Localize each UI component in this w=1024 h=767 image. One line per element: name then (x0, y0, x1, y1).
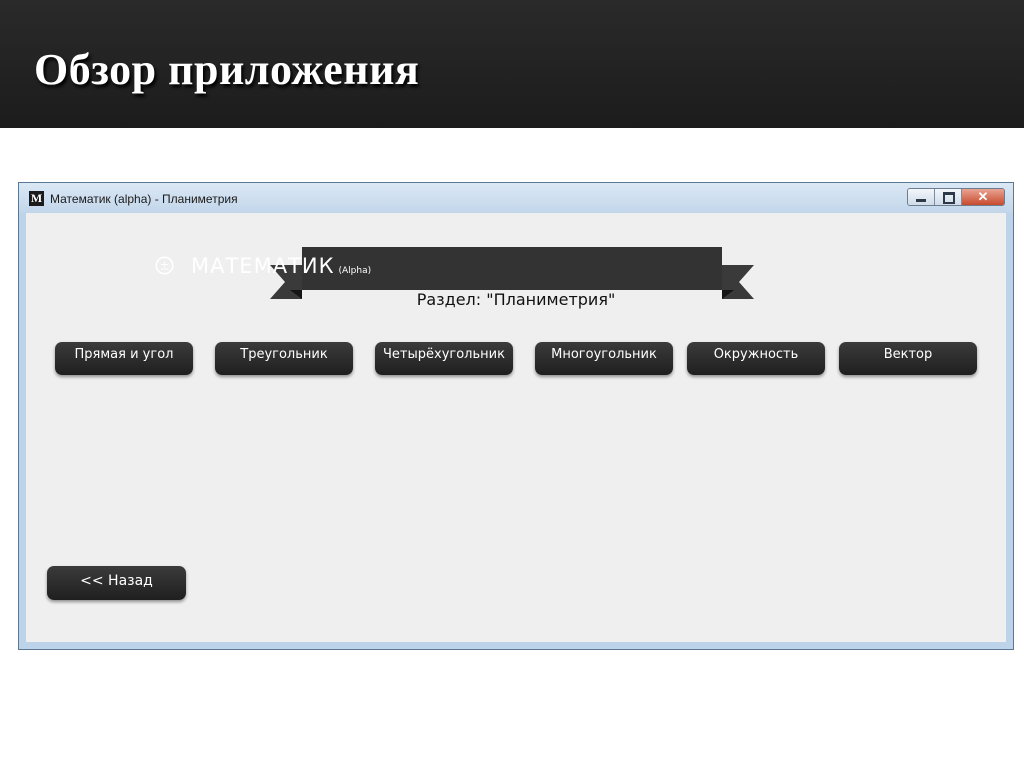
section-label: Раздел: "Планиметрия" (416, 290, 616, 309)
topic-button-polygon[interactable]: Многоугольник (535, 342, 673, 375)
window-titlebar[interactable]: M Математик (alpha) - Планиметрия ✕ (19, 183, 1013, 213)
slide-title: Обзор приложения (34, 45, 420, 94)
minimize-icon (916, 199, 926, 202)
maximize-button[interactable] (935, 189, 962, 205)
version-tag: (Alpha) (338, 266, 372, 276)
maximize-icon (943, 192, 955, 204)
back-button[interactable]: << Назад (47, 566, 186, 600)
banner-symbol-text: ± (159, 259, 169, 273)
app-window: M Математик (alpha) - Планиметрия ✕ ± МА… (18, 182, 1014, 650)
topic-button-triangle[interactable]: Треугольник (215, 342, 353, 375)
minimize-button[interactable] (908, 189, 935, 205)
topic-button-vector[interactable]: Вектор (839, 342, 977, 375)
close-icon: ✕ (977, 189, 989, 204)
plus-minus-icon: ± (155, 256, 174, 275)
slide-header: Обзор приложения (0, 0, 1024, 128)
window-controls: ✕ (907, 188, 1005, 206)
close-button[interactable]: ✕ (962, 189, 1004, 205)
app-icon: M (29, 191, 44, 206)
app-name: МАТЕМАТИК (Alpha) (191, 254, 371, 278)
topic-button-line-angle[interactable]: Прямая и угол (55, 342, 193, 375)
window-title: Математик (alpha) - Планиметрия (50, 192, 238, 206)
window-client-area: ± МАТЕМАТИК (Alpha) Раздел: "Планиметрия"… (26, 213, 1006, 642)
topic-button-circle[interactable]: Окружность (687, 342, 825, 375)
app-name-text: МАТЕМАТИК (191, 254, 335, 278)
topic-button-quadrilateral[interactable]: Четырёхугольник (375, 342, 513, 375)
